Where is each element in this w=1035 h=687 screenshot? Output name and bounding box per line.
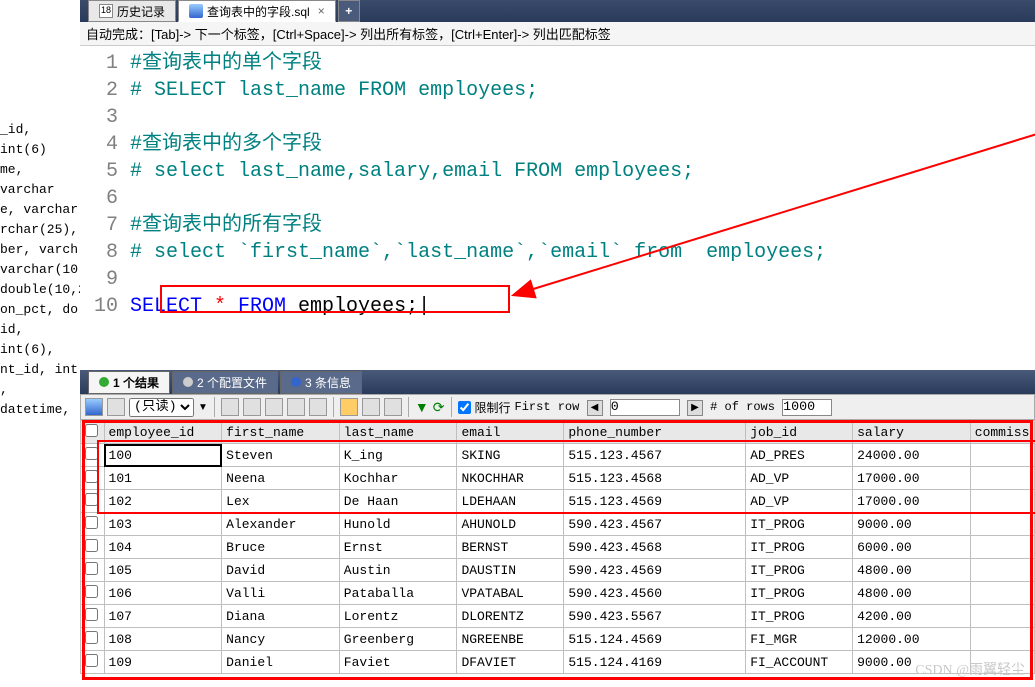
tool-icon[interactable] [362,398,380,416]
limit-rows-checkbox[interactable] [458,401,471,414]
profile-icon [183,377,193,387]
num-rows-input[interactable] [782,399,832,416]
close-tab-icon[interactable]: × [318,4,325,18]
info-icon [291,377,301,387]
form-view-icon[interactable] [107,398,125,416]
tool-icon[interactable] [221,398,239,416]
grid-view-icon[interactable] [85,398,103,416]
refresh-icon[interactable]: ⟳ [433,399,445,416]
table-icon [99,377,109,387]
first-row-label: First row [515,400,580,414]
results-tab-1[interactable]: 1 个结果 [88,371,170,394]
filter-icon[interactable]: ▼ [415,399,429,415]
sql-editor[interactable]: 12345678910 #查询表中的单个字段 # SELECT last_nam… [80,46,1035,371]
next-page-button[interactable]: ▶ [687,400,703,416]
results-tab-label: 1 个结果 [113,374,159,391]
annotation-box-grid [82,420,1033,680]
sql-file-icon [189,4,203,18]
tool-icon[interactable] [384,398,402,416]
tab-history[interactable]: 18 历史记录 [88,0,176,22]
tool-icon[interactable] [243,398,261,416]
results-tab-2[interactable]: 2 个配置文件 [172,371,278,394]
tab-bar: 18 历史记录 查询表中的字段.sql × + [80,0,1035,22]
tool-icon[interactable] [309,398,327,416]
grid-toolbar: (只读) ▼ ▼ ⟳ 限制行 First row ◀ ▶ # of row [80,394,1035,420]
results-tab-label: 3 条信息 [305,374,351,391]
prev-page-button[interactable]: ◀ [587,400,603,416]
tab-sql-file[interactable]: 查询表中的字段.sql × [178,0,336,22]
limit-rows-label: 限制行 [475,399,511,416]
tab-label: 历史记录 [117,3,165,20]
new-tab-button[interactable]: + [338,0,360,22]
code-area[interactable]: #查询表中的单个字段 # SELECT last_name FROM emplo… [130,46,1035,371]
tool-icon[interactable] [265,398,283,416]
results-tab-3[interactable]: 3 条信息 [280,371,362,394]
autocomplete-hint: 自动完成：[Tab]-> 下一个标签，[Ctrl+Space]-> 列出所有标签… [80,22,1035,46]
cursor: | [418,295,430,318]
results-tab-bar: 1 个结果 2 个配置文件 3 条信息 [80,370,1035,394]
num-rows-label: # of rows [710,400,775,414]
first-row-input[interactable] [610,399,680,416]
sidebar-fragment: _id, int(6)me, varchare, varcharrchar(25… [0,120,80,420]
tab-label: 查询表中的字段.sql [207,3,310,20]
watermark: CSDN @雨翼轻尘 [915,659,1025,679]
tool-icon[interactable] [287,398,305,416]
history-icon: 18 [99,4,113,18]
grid-icon[interactable] [340,398,358,416]
line-gutter: 12345678910 [80,46,130,371]
results-tab-label: 2 个配置文件 [197,374,267,391]
edit-mode-select[interactable]: (只读) [129,398,194,417]
